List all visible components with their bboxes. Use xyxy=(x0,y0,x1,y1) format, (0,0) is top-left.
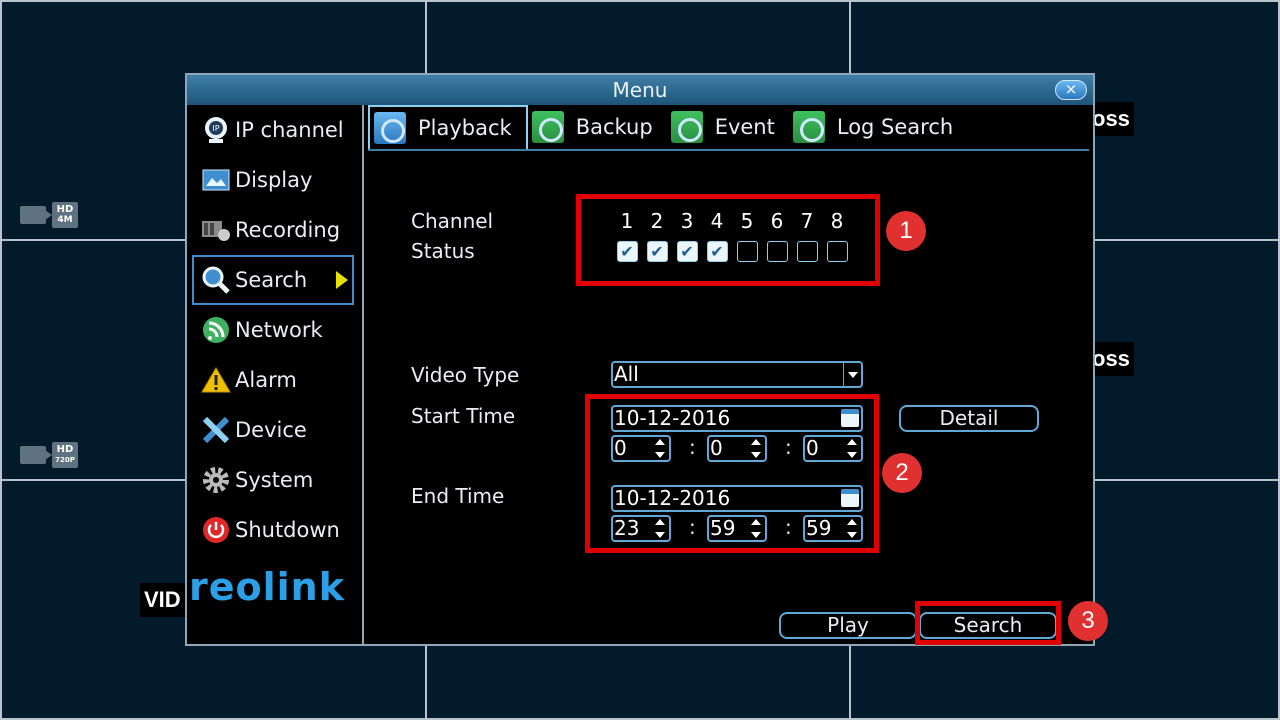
svg-text:IP: IP xyxy=(212,124,219,133)
status-label: Status xyxy=(411,239,475,263)
tab-event[interactable]: Event xyxy=(667,105,789,149)
sidebar-item-search[interactable]: Search xyxy=(192,255,354,305)
video-type-select[interactable]: All xyxy=(611,361,863,388)
menu-title: Menu xyxy=(612,78,668,102)
close-icon: × xyxy=(1064,80,1078,98)
sidebar-item-network[interactable]: Network xyxy=(187,305,362,355)
tab-backup[interactable]: Backup xyxy=(528,105,667,149)
annotation-box-search xyxy=(915,601,1061,645)
camera-icon xyxy=(20,206,52,224)
sidebar-item-device[interactable]: Device xyxy=(187,405,362,455)
sidebar-item-display[interactable]: Display xyxy=(187,155,362,205)
playback-icon xyxy=(374,112,406,144)
play-button[interactable]: Play xyxy=(779,612,917,639)
camera-icon xyxy=(20,446,52,464)
start-time-label: Start Time xyxy=(411,404,516,428)
channel-label: Channel xyxy=(411,209,494,233)
recording-icon xyxy=(201,215,231,245)
gear-icon xyxy=(201,465,231,495)
sidebar: IP IP channel Display Recording Search N… xyxy=(187,105,364,644)
detail-button[interactable]: Detail xyxy=(899,405,1039,432)
sidebar-item-system[interactable]: System xyxy=(187,455,362,505)
chevron-down-icon[interactable] xyxy=(843,363,861,386)
close-button[interactable]: × xyxy=(1055,80,1087,100)
sidebar-item-shutdown[interactable]: Shutdown xyxy=(187,505,362,555)
annotation-box-time xyxy=(585,394,879,553)
video-type-label: Video Type xyxy=(411,363,520,387)
camera-hd-badge: HD 720P xyxy=(20,441,80,469)
power-icon xyxy=(201,515,231,545)
log-search-icon xyxy=(792,111,825,143)
active-arrow-icon xyxy=(336,271,348,289)
tab-playback[interactable]: Playback xyxy=(368,105,528,149)
menu-title-bar: Menu × xyxy=(187,75,1093,105)
device-icon xyxy=(201,415,231,445)
search-content: Playback Backup Event Log Search Channel… xyxy=(366,105,1093,644)
camera-overlay-text: VID xyxy=(140,583,185,617)
network-icon xyxy=(201,315,231,345)
end-time-label: End Time xyxy=(411,484,505,508)
annotation-box-channels xyxy=(576,194,880,286)
alarm-icon xyxy=(201,365,231,395)
backup-icon xyxy=(531,111,564,143)
tab-bar: Playback Backup Event Log Search xyxy=(368,105,1089,151)
camera-hd-badge: HD 4M xyxy=(20,201,80,229)
tab-log-search[interactable]: Log Search xyxy=(789,105,967,149)
sidebar-item-recording[interactable]: Recording xyxy=(187,205,362,255)
reolink-logo: reolink xyxy=(189,565,345,609)
annotation-badge-1: 1 xyxy=(886,211,926,251)
annotation-badge-3: 3 xyxy=(1068,601,1108,641)
menu-window: Menu × IP IP channel Display Recording S… xyxy=(185,73,1095,646)
sidebar-item-alarm[interactable]: Alarm xyxy=(187,355,362,405)
event-icon xyxy=(670,111,703,143)
ip-camera-icon: IP xyxy=(201,115,231,145)
annotation-badge-2: 2 xyxy=(882,453,922,493)
display-icon xyxy=(201,165,231,195)
sidebar-item-ip-channel[interactable]: IP IP channel xyxy=(187,105,362,155)
search-icon xyxy=(201,265,231,295)
